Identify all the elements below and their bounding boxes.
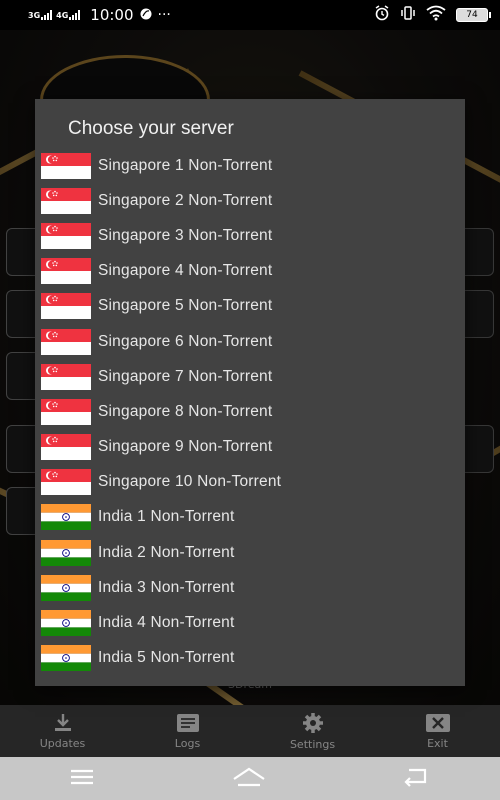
server-name: Singapore 1 Non-Torrent bbox=[98, 156, 273, 174]
server-item[interactable]: Singapore 8 Non-Torrent bbox=[35, 394, 465, 429]
singapore-flag-icon bbox=[41, 187, 91, 214]
back-icon[interactable] bbox=[403, 767, 431, 791]
server-name: India 1 Non-Torrent bbox=[98, 508, 235, 526]
server-item[interactable]: Singapore 9 Non-Torrent bbox=[35, 430, 465, 465]
india-flag-icon bbox=[41, 504, 91, 531]
leaf-icon bbox=[140, 6, 152, 24]
singapore-flag-icon bbox=[41, 222, 91, 249]
singapore-flag-icon bbox=[41, 434, 91, 461]
server-item[interactable]: India 1 Non-Torrent bbox=[35, 500, 465, 535]
server-item[interactable]: India 4 Non-Torrent bbox=[35, 605, 465, 640]
menu-icon[interactable] bbox=[69, 768, 95, 790]
server-item[interactable]: Singapore 1 Non-Torrent bbox=[35, 148, 465, 183]
india-flag-icon bbox=[41, 610, 91, 637]
server-name: Singapore 6 Non-Torrent bbox=[98, 332, 273, 350]
server-item[interactable]: Singapore 4 Non-Torrent bbox=[35, 254, 465, 289]
wifi-icon bbox=[426, 5, 446, 25]
signal-bars-icon bbox=[69, 10, 81, 20]
dialog-title: Choose your server bbox=[68, 118, 234, 139]
home-icon[interactable] bbox=[232, 767, 266, 791]
battery-icon: 74 bbox=[456, 8, 491, 22]
singapore-flag-icon bbox=[41, 398, 91, 425]
singapore-flag-icon bbox=[41, 293, 91, 320]
server-item[interactable]: Singapore 10 Non-Torrent bbox=[35, 465, 465, 500]
server-name: Singapore 2 Non-Torrent bbox=[98, 191, 273, 209]
server-list: Singapore 1 Non-Torrent Singapore 2 Non-T… bbox=[35, 148, 465, 676]
server-name: Singapore 3 Non-Torrent bbox=[98, 226, 273, 244]
signal-bars-icon bbox=[41, 10, 53, 20]
server-name: Singapore 8 Non-Torrent bbox=[98, 402, 273, 420]
server-item[interactable]: Singapore 7 Non-Torrent bbox=[35, 359, 465, 394]
server-name: India 2 Non-Torrent bbox=[98, 543, 235, 561]
server-name: India 4 Non-Torrent bbox=[98, 614, 235, 632]
singapore-flag-icon bbox=[41, 328, 91, 355]
server-chooser-dialog: Choose your server Singapore 1 Non-Torre… bbox=[35, 99, 465, 686]
signal-3g-indicator: 3G bbox=[28, 10, 53, 20]
server-item[interactable]: Singapore 2 Non-Torrent bbox=[35, 183, 465, 218]
vibrate-icon bbox=[400, 5, 416, 25]
clock: 10:00 bbox=[90, 6, 134, 24]
server-name: India 5 Non-Torrent bbox=[98, 649, 235, 667]
server-item[interactable]: India 3 Non-Torrent bbox=[35, 570, 465, 605]
alarm-icon bbox=[374, 5, 390, 25]
india-flag-icon bbox=[41, 645, 91, 672]
more-notifications-icon: ··· bbox=[157, 7, 171, 23]
status-bar: 3G 4G 10:00 ··· 74 bbox=[0, 0, 500, 30]
server-item[interactable]: Singapore 3 Non-Torrent bbox=[35, 218, 465, 253]
server-item[interactable]: India 5 Non-Torrent bbox=[35, 641, 465, 676]
server-name: India 3 Non-Torrent bbox=[98, 578, 235, 596]
singapore-flag-icon bbox=[41, 469, 91, 496]
system-nav-bar bbox=[0, 757, 500, 800]
server-item[interactable]: India 2 Non-Torrent bbox=[35, 535, 465, 570]
server-item[interactable]: Singapore 6 Non-Torrent bbox=[35, 324, 465, 359]
server-name: Singapore 5 Non-Torrent bbox=[98, 297, 273, 315]
singapore-flag-icon bbox=[41, 152, 91, 179]
server-name: Singapore 4 Non-Torrent bbox=[98, 262, 273, 280]
server-item[interactable]: Singapore 5 Non-Torrent bbox=[35, 289, 465, 324]
server-name: Singapore 7 Non-Torrent bbox=[98, 367, 273, 385]
india-flag-icon bbox=[41, 574, 91, 601]
singapore-flag-icon bbox=[41, 258, 91, 285]
singapore-flag-icon bbox=[41, 363, 91, 390]
server-name: Singapore 9 Non-Torrent bbox=[98, 438, 273, 456]
signal-4g-indicator: 4G bbox=[56, 10, 81, 20]
server-name: Singapore 10 Non-Torrent bbox=[98, 473, 282, 491]
india-flag-icon bbox=[41, 539, 91, 566]
